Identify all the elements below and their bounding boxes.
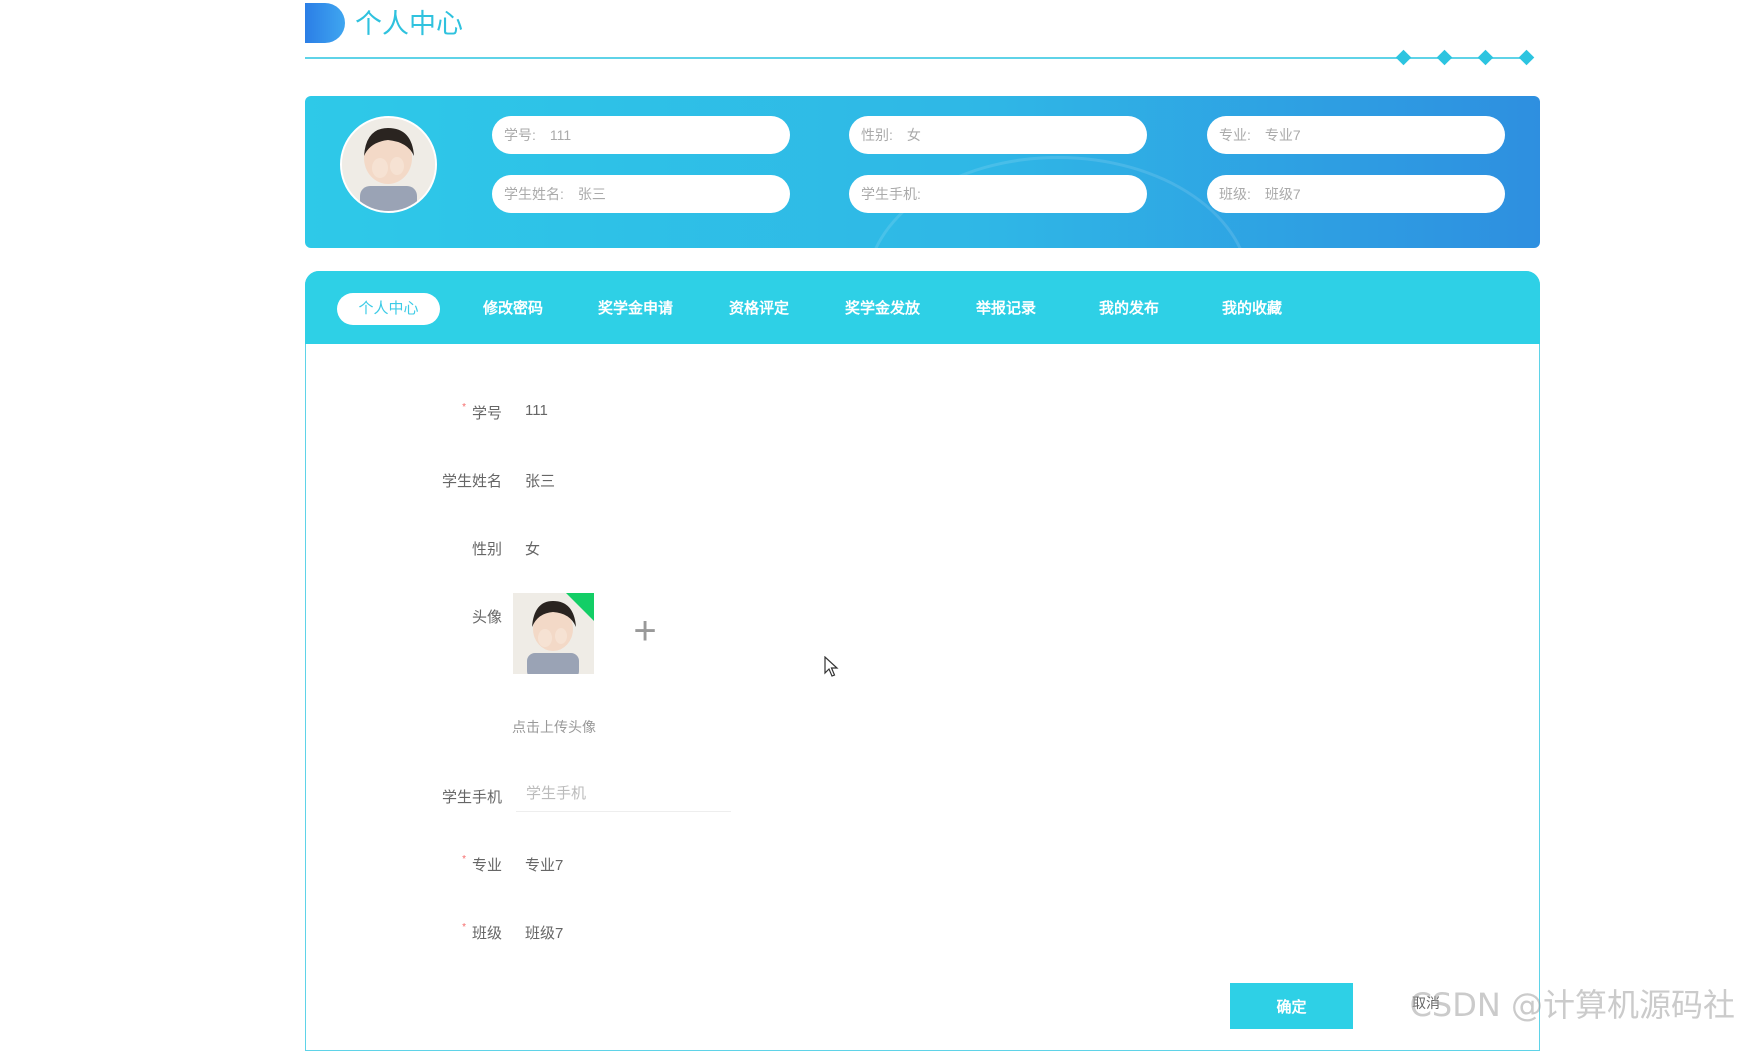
profile-field-label: 学生手机:: [861, 186, 921, 202]
header-decoration: [305, 3, 345, 43]
page-title: 个人中心: [355, 9, 463, 39]
header-diamond-1: [1395, 49, 1412, 66]
form-label-class: * 班级: [352, 922, 502, 943]
form-value-student-no[interactable]: 111: [525, 402, 548, 419]
tab-my-favorites[interactable]: 我的收藏: [1217, 293, 1287, 325]
profile-field-value: 专业7: [1264, 127, 1301, 143]
profile-field-class: 班级: 班级7: [1207, 175, 1505, 213]
required-marker: *: [462, 922, 466, 933]
required-marker: *: [462, 402, 466, 413]
profile-field-student-no: 学号: 111: [492, 116, 790, 154]
form-label-major: * 专业: [352, 854, 502, 875]
tab-scholarship-application[interactable]: 奖学金申请: [593, 293, 678, 325]
confirm-button[interactable]: 确定: [1230, 983, 1353, 1029]
header-diamond-3: [1477, 49, 1494, 66]
watermark-text: CSDN @计算机源码社: [1409, 986, 1735, 1024]
tab-personal-center[interactable]: 个人中心: [337, 293, 440, 325]
form-value-major[interactable]: 专业7: [525, 854, 563, 875]
form-label-text: 班级: [471, 925, 502, 942]
profile-field-label: 学号:: [504, 127, 536, 143]
form-label-student-name: 学生姓名: [441, 473, 502, 490]
form-label-gender: 性别: [471, 541, 502, 558]
tab-my-posts[interactable]: 我的发布: [1094, 293, 1164, 325]
mouse-cursor-icon: [824, 656, 839, 677]
upload-hint: 点击上传头像: [512, 719, 596, 735]
upload-success-check-icon: ✓: [566, 593, 594, 621]
profile-field-label: 班级:: [1219, 186, 1251, 202]
profile-avatar: [340, 116, 437, 213]
profile-field-label: 学生姓名:: [504, 186, 564, 202]
form-label-student-no: * 学号: [352, 402, 502, 423]
phone-input[interactable]: [516, 776, 731, 812]
profile-field-value: 111: [549, 127, 572, 143]
tab-report-records[interactable]: 举报记录: [971, 293, 1041, 325]
required-marker: *: [462, 854, 466, 865]
profile-field-gender: 性别: 女: [849, 116, 1147, 154]
uploaded-avatar-thumbnail[interactable]: ✓: [513, 593, 594, 674]
profile-field-major: 专业: 专业7: [1207, 116, 1505, 154]
profile-field-value: 女: [906, 127, 921, 143]
header-divider: [305, 57, 1530, 59]
tab-scholarship-distribution[interactable]: 奖学金发放: [840, 293, 925, 325]
profile-field-student-name: 学生姓名: 张三: [492, 175, 790, 213]
form-label-avatar: 头像: [471, 609, 502, 626]
tab-qualification-review[interactable]: 资格评定: [724, 293, 794, 325]
profile-field-phone: 学生手机:: [849, 175, 1147, 213]
tab-change-password[interactable]: 修改密码: [478, 293, 548, 325]
profile-field-value: 张三: [577, 186, 606, 202]
form-value-class[interactable]: 班级7: [525, 922, 563, 943]
form-label-phone: 学生手机: [441, 789, 502, 806]
profile-field-label: 专业:: [1219, 127, 1251, 143]
header-diamond-2: [1436, 49, 1453, 66]
avatar-image: [342, 118, 435, 211]
form-label-text: 专业: [471, 857, 502, 874]
header-diamond-4: [1518, 49, 1535, 66]
upload-plus-icon[interactable]: +: [620, 606, 670, 656]
profile-field-value: 班级7: [1264, 186, 1301, 202]
profile-field-label: 性别:: [861, 127, 893, 143]
form-value-student-name[interactable]: 张三: [525, 470, 555, 491]
form-value-gender[interactable]: 女: [525, 538, 540, 559]
form-label-text: 学号: [471, 405, 502, 422]
